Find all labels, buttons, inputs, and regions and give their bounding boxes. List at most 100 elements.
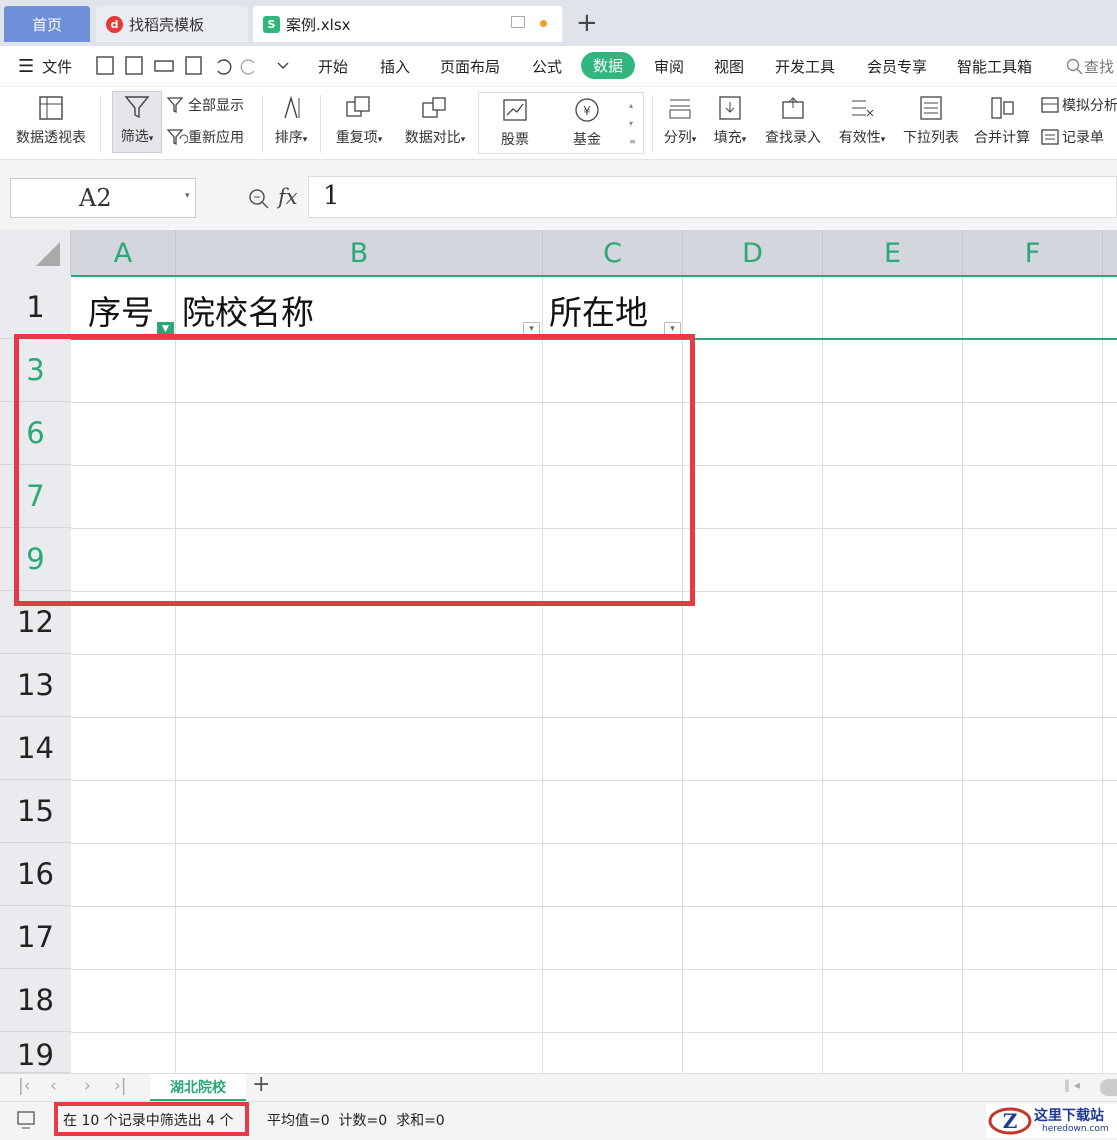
cell-c1[interactable]: 所在地 (549, 286, 648, 334)
column-header-e[interactable]: E (823, 230, 963, 276)
dropdown-list-icon (920, 96, 942, 120)
first-sheet-icon[interactable]: |‹ (18, 1076, 31, 1096)
new-tab-button[interactable]: + (576, 8, 598, 38)
stock-button[interactable]: 股票 (493, 95, 537, 149)
column-header-g[interactable] (1103, 230, 1117, 276)
lookup-entry-icon (782, 97, 804, 119)
validity-button[interactable]: 有效性▾ (832, 93, 892, 147)
merge-calc-button[interactable]: 合并计算 (970, 93, 1034, 147)
spreadsheet-icon: S (263, 15, 280, 33)
column-header-a[interactable]: A (71, 230, 176, 276)
daoke-logo-icon: d (106, 15, 123, 33)
row-header-18[interactable]: 18 (0, 969, 71, 1032)
row-header-1[interactable]: 1 (0, 276, 71, 339)
menu-view[interactable]: 视图 (714, 56, 744, 77)
split-column-icon (669, 99, 691, 119)
undo-icon (217, 59, 232, 75)
reapply-button[interactable]: 重新应用 (166, 127, 244, 147)
row-header-15[interactable]: 15 (0, 780, 71, 843)
lookup-entry-button[interactable]: 查找录入 (760, 93, 826, 147)
menu-bar: ☰ 文件 开始 插入 页面布局 公式 数据 审阅 视图 开发工具 会员专享 智能… (0, 46, 1117, 87)
column-header-d[interactable]: D (683, 230, 823, 276)
horizontal-scrollbar[interactable] (1100, 1079, 1117, 1096)
last-sheet-icon[interactable]: ›| (114, 1076, 127, 1096)
funnel-icon (124, 96, 150, 119)
zoom-formula-icon[interactable] (248, 188, 270, 210)
tab-template[interactable]: d 找稻壳模板 (96, 6, 248, 42)
simulate-icon (1041, 97, 1059, 113)
unsaved-dot-icon (540, 20, 547, 27)
next-sheet-icon[interactable]: › (84, 1076, 91, 1096)
merge-calc-icon (991, 97, 1014, 119)
split-column-button[interactable]: 分列▾ (658, 93, 702, 147)
search-icon (1066, 58, 1083, 74)
dropdown-list-button[interactable]: 下拉列表 (898, 93, 964, 147)
view-mode-icon[interactable] (16, 1110, 38, 1130)
heredown-logo-icon: Z (988, 1107, 1032, 1135)
select-all-corner[interactable] (0, 230, 71, 276)
menu-start[interactable]: 开始 (318, 56, 348, 77)
prev-sheet-icon[interactable]: ‹ (50, 1076, 57, 1096)
row-header-17[interactable]: 17 (0, 906, 71, 969)
duplicates-button[interactable]: 重复项▾ (330, 93, 388, 147)
cell-b1[interactable]: 院校名称 (182, 286, 314, 334)
pivot-table-button[interactable]: 数据透视表 (10, 93, 92, 147)
column-header-f[interactable]: F (963, 230, 1103, 276)
row-header-16[interactable]: 16 (0, 843, 71, 906)
cell-a1[interactable]: 序号 (88, 286, 154, 334)
filter-button[interactable]: 筛选▾ (112, 91, 162, 153)
export-icon (125, 56, 143, 75)
gallery-scroll[interactable]: ▴ ▾ ≡ (629, 97, 636, 151)
save-icon (96, 56, 114, 75)
sheet-tab-hubei[interactable]: 湖北院校 (150, 1074, 246, 1101)
row-header-14[interactable]: 14 (0, 717, 71, 780)
name-box[interactable]: A2 ▾ (10, 178, 196, 218)
menu-data[interactable]: 数据 (581, 52, 636, 79)
stock-chart-icon (503, 99, 527, 121)
search-box[interactable]: 查找 (1066, 56, 1114, 77)
row-header-13[interactable]: 13 (0, 654, 71, 717)
formula-input[interactable]: 1 (308, 176, 1117, 218)
menu-formula[interactable]: 公式 (532, 56, 562, 77)
chevron-down-icon[interactable]: ▾ (185, 191, 190, 201)
fx-button[interactable]: fx (278, 185, 298, 209)
record-form-icon (1041, 129, 1059, 145)
show-all-button[interactable]: 全部显示 (166, 95, 244, 115)
menu-page-layout[interactable]: 页面布局 (440, 56, 500, 77)
scroll-left-icon[interactable]: ‖ ◂ (1064, 1078, 1080, 1092)
preview-icon (185, 56, 202, 75)
tab-home[interactable]: 首页 (4, 6, 90, 42)
chevron-down-icon (277, 62, 289, 69)
quick-access-toolbar[interactable] (94, 55, 294, 77)
fill-button[interactable]: 填充▾ (708, 93, 752, 147)
tab-file[interactable]: S 案例.xlsx (253, 6, 562, 42)
menu-review[interactable]: 审阅 (654, 56, 684, 77)
sheet-tab-bar: |‹ ‹ › ›| 湖北院校 + ‖ ◂ (0, 1072, 1117, 1102)
column-header-c[interactable]: C (543, 230, 683, 276)
column-header-b[interactable]: B (176, 230, 543, 276)
tab-bar: 首页 d 找稻壳模板 S 案例.xlsx + (0, 0, 1117, 46)
menu-insert[interactable]: 插入 (380, 56, 410, 77)
ribbon: 数据透视表 筛选▾ 全部显示 重新应用 排序▾ 重复项▾ 数据对比▾ 股票 ¥ … (0, 87, 1117, 160)
yen-coin-icon: ¥ (575, 98, 599, 122)
menu-developer[interactable]: 开发工具 (775, 56, 835, 77)
select-all-triangle-icon (36, 242, 60, 266)
fund-button[interactable]: ¥ 基金 (565, 95, 609, 149)
data-compare-button[interactable]: 数据对比▾ (398, 93, 472, 147)
compare-icon (422, 97, 446, 118)
hamburger-icon: ☰ (18, 56, 35, 77)
redo-icon (240, 59, 255, 75)
simulate-analysis-button[interactable]: 模拟分析 (1040, 95, 1117, 115)
duplicates-icon (346, 96, 370, 117)
monitor-icon[interactable] (511, 16, 525, 28)
filter-count-status: 在 10 个记录中筛选出 4 个 (63, 1113, 234, 1129)
file-menu[interactable]: ☰ 文件 (18, 56, 72, 77)
row-header-19[interactable]: 19 (0, 1032, 71, 1073)
add-sheet-button[interactable]: + (252, 1072, 270, 1097)
filtered-rows-highlight (14, 334, 695, 606)
watermark-logo: Z 这里下载站 heredown.com (986, 1104, 1117, 1138)
record-form-button[interactable]: 记录单 (1040, 127, 1104, 147)
sort-button[interactable]: 排序▾ (268, 93, 314, 147)
menu-smart-tools[interactable]: 智能工具箱 (957, 56, 1032, 77)
menu-member[interactable]: 会员专享 (867, 56, 927, 77)
